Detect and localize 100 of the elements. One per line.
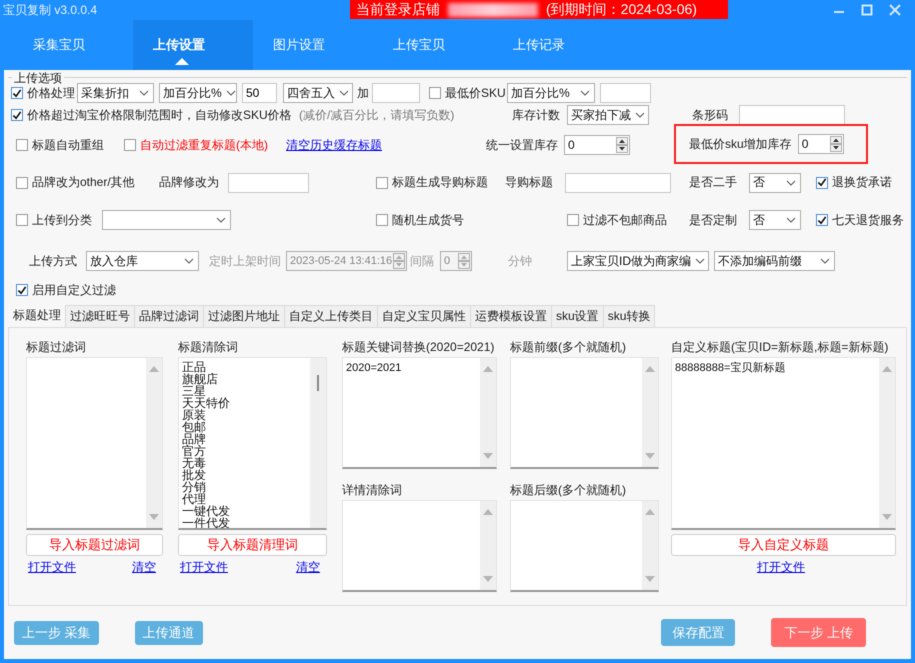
scroll-down-icon[interactable] <box>148 513 160 521</box>
settings-tab[interactable]: 自定义宝贝属性 <box>377 305 471 327</box>
checkbox[interactable]: 过滤不包邮商品 <box>567 212 667 228</box>
settings-tab[interactable]: 过滤旺旺号 <box>65 305 135 327</box>
dropdown[interactable]: 加百分比% <box>507 83 595 103</box>
checkbox[interactable]: 随机生成货号 <box>376 212 464 228</box>
file-link[interactable]: 打开文件 <box>28 559 76 576</box>
checkbox[interactable]: 品牌改为other/其他 <box>16 174 135 191</box>
text-input[interactable] <box>600 83 651 103</box>
dropdown[interactable]: 加百分比% <box>159 83 237 103</box>
text-area[interactable] <box>510 500 659 592</box>
text-line: 一键代发 <box>182 505 231 517</box>
spin-arrows-icon[interactable] <box>616 137 628 153</box>
scroll-up-icon[interactable] <box>148 365 160 373</box>
caret-icon <box>139 90 149 96</box>
caret-icon <box>635 112 645 118</box>
checkbox[interactable]: 标题生成导购标题 <box>376 174 488 191</box>
checkbox[interactable]: 七天退货服务 <box>816 212 904 228</box>
text-line: 2020=2021 <box>346 361 402 376</box>
text-input[interactable] <box>565 172 671 192</box>
text-area[interactable] <box>510 357 659 469</box>
clear-cache-link[interactable]: 清空历史缓存标题 <box>286 136 382 154</box>
field-label: 统一设置库存 <box>486 136 558 154</box>
number-spinner[interactable]: 0 <box>564 135 630 155</box>
caret-icon <box>695 258 705 264</box>
dropdown[interactable]: 四舍五入 <box>283 83 353 103</box>
text-line: 批发 <box>182 469 207 481</box>
scroll-up-icon[interactable] <box>881 365 893 373</box>
scroll-down-icon[interactable] <box>644 575 656 583</box>
text-input[interactable] <box>372 83 420 103</box>
checkbox[interactable]: 标题自动重组 <box>16 136 104 154</box>
scroll-down-icon[interactable] <box>644 452 656 460</box>
checkbox[interactable]: 最低价SKU <box>429 84 506 102</box>
close-icon[interactable] <box>889 4 901 16</box>
settings-tab[interactable]: 运费模板设置 <box>470 305 552 327</box>
dropdown[interactable]: 不添加编码前缀 <box>714 251 835 271</box>
scroll-up-icon[interactable] <box>644 508 656 516</box>
import-button[interactable]: 导入标题过滤词 <box>26 534 163 556</box>
checkbox[interactable]: 价格处理 <box>11 84 75 102</box>
text-area[interactable]: 88888888=宝贝新标题 <box>671 357 896 530</box>
file-link[interactable]: 打开文件 <box>180 559 228 576</box>
text-line: 88888888=宝贝新标题 <box>675 361 786 376</box>
settings-tab[interactable]: 自定义上传类目 <box>284 305 378 327</box>
field-label: 上传方式 <box>29 252 77 270</box>
store-label: 当前登录店铺 <box>356 0 440 18</box>
field-label: 标题后缀(多个就随机) <box>510 482 626 499</box>
scroll-down-icon[interactable] <box>482 575 494 583</box>
text-line: 代理 <box>182 493 206 505</box>
dropdown[interactable]: 采集折扣 <box>77 83 154 103</box>
import-button[interactable]: 导入标题清理词 <box>178 534 327 556</box>
nav-tab[interactable]: 上传设置 <box>133 20 253 70</box>
maximize-icon[interactable] <box>861 4 873 16</box>
scroll-down-icon[interactable] <box>881 513 893 521</box>
field-label: 标题前缀(多个就随机) <box>510 339 626 356</box>
caret-icon <box>184 258 194 264</box>
checkbox[interactable]: 上传到分类 <box>16 212 92 228</box>
dropdown[interactable]: 否 <box>749 210 801 230</box>
scroll-up-icon[interactable] <box>482 508 494 516</box>
caret-icon <box>226 90 236 96</box>
text-area[interactable] <box>26 357 163 530</box>
scroll-up-icon[interactable] <box>644 365 656 373</box>
text-area[interactable]: 2020=2021 <box>342 357 497 469</box>
checkbox[interactable]: 价格超过淘宝价格限制范围时，自动修改SKU价格 <box>11 106 292 124</box>
scroll-up-icon[interactable] <box>482 365 494 373</box>
scrollbar[interactable] <box>642 501 658 590</box>
scrollbar[interactable] <box>642 358 658 467</box>
group-title: 上传选项 <box>12 70 64 87</box>
spin-arrows-icon[interactable] <box>830 136 842 152</box>
settings-tab[interactable]: 品牌过滤词 <box>134 305 204 327</box>
number-spinner[interactable]: 0 <box>798 134 844 154</box>
settings-tab[interactable]: sku设置 <box>551 305 604 327</box>
file-link[interactable]: 清空 <box>296 559 320 576</box>
text-area[interactable] <box>342 500 497 592</box>
settings-tab[interactable]: sku转换 <box>602 305 656 327</box>
scrollbar[interactable] <box>480 358 496 467</box>
dropdown[interactable]: 上家宝贝ID做为商家编 <box>567 251 709 271</box>
settings-tab[interactable]: 过滤图片地址 <box>203 305 285 327</box>
caret-icon <box>820 258 830 264</box>
text-input[interactable] <box>228 172 309 192</box>
scrollbar[interactable] <box>310 358 326 528</box>
scrollbar[interactable] <box>879 358 895 528</box>
file-link[interactable]: 清空 <box>132 559 156 576</box>
dropdown[interactable] <box>102 210 231 230</box>
text-input[interactable]: 50 <box>242 83 277 103</box>
checkbox[interactable]: 启用自定义过滤 <box>16 282 116 298</box>
dropdown[interactable]: 放入仓库 <box>86 251 199 271</box>
field-label: 自定义标题(宝贝ID=新标题,标题=新标题) <box>671 339 888 356</box>
window-title: 宝贝复制 v3.0.0.4 <box>3 2 98 18</box>
scrollbar[interactable] <box>480 501 496 590</box>
dropdown[interactable]: 否 <box>749 172 801 192</box>
scrollbar[interactable] <box>146 358 162 528</box>
file-link[interactable]: 打开文件 <box>757 559 805 576</box>
checkbox[interactable]: 自动过滤重复标题(本地) <box>124 136 268 154</box>
checkbox[interactable]: 退换货承诺 <box>816 174 892 191</box>
text-input[interactable] <box>739 105 845 125</box>
scroll-down-icon[interactable] <box>482 452 494 460</box>
dropdown[interactable]: 买家拍下减 <box>567 105 649 125</box>
import-button[interactable]: 导入自定义标题 <box>671 534 896 556</box>
text-line: 旗舰店 <box>182 373 219 385</box>
caret-icon <box>580 90 590 96</box>
